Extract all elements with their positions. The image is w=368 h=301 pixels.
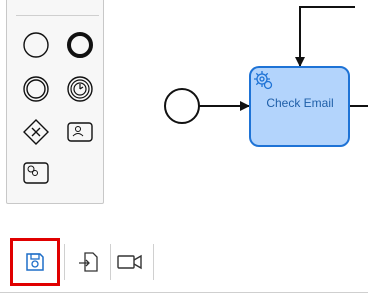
toolbar-divider — [153, 244, 154, 280]
element-palette — [6, 0, 104, 204]
exclusive-gateway-icon — [23, 119, 49, 145]
timer-event-icon — [67, 76, 93, 102]
bottom-divider — [0, 292, 368, 293]
palette-divider — [16, 15, 99, 16]
sequence-flow-top[interactable] — [295, 6, 355, 67]
service-task-tool[interactable] — [18, 155, 54, 191]
intermediate-event-tool[interactable] — [18, 71, 54, 107]
bottom-toolbar — [10, 238, 155, 286]
save-button[interactable] — [15, 242, 55, 282]
intermediate-event-icon — [23, 76, 49, 102]
user-task-tool[interactable] — [62, 114, 98, 150]
gateway-tool[interactable] — [18, 114, 54, 150]
timer-event-tool[interactable] — [62, 71, 98, 107]
video-camera-icon — [117, 254, 142, 270]
save-icon — [26, 253, 44, 271]
video-button[interactable] — [110, 242, 150, 282]
start-event-icon — [23, 32, 49, 58]
start-event[interactable] — [164, 88, 200, 124]
start-event-tool[interactable] — [18, 27, 54, 63]
export-icon — [79, 252, 98, 272]
service-task-icon — [23, 162, 49, 184]
task-label: Check Email — [266, 96, 334, 110]
user-task-icon — [67, 122, 93, 142]
end-event-tool[interactable] — [62, 27, 98, 63]
toolbar-divider — [64, 244, 65, 280]
end-event-icon — [67, 32, 93, 58]
export-button[interactable] — [68, 242, 108, 282]
